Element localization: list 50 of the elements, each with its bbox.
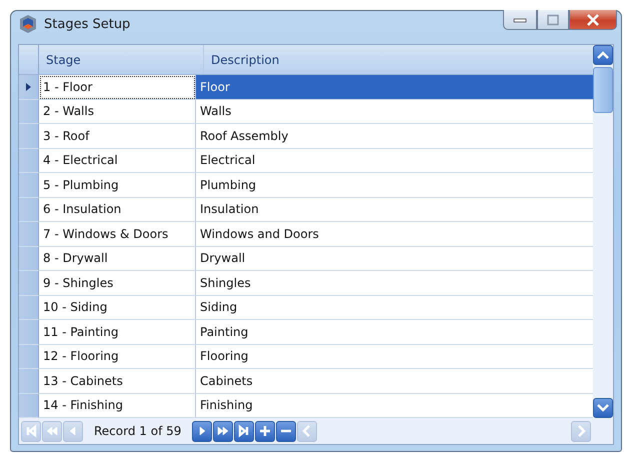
navigator-button[interactable] <box>255 420 276 442</box>
table-cell[interactable]: 4 - Electrical <box>39 148 196 173</box>
table-cell[interactable]: 12 - Flooring <box>39 344 196 369</box>
table-cell[interactable]: 2 - Walls <box>39 100 196 124</box>
navigator-button[interactable] <box>276 420 296 442</box>
row-header[interactable] <box>19 75 39 100</box>
table-cell[interactable]: Siding <box>196 296 593 320</box>
maximize-icon <box>546 14 560 26</box>
table-cell[interactable]: Plumbing <box>196 173 593 198</box>
column-header[interactable]: Stage <box>39 45 204 74</box>
chevron-up-icon <box>597 51 609 59</box>
record-counter: Record 1 of 59 <box>93 424 182 438</box>
scroll-thumb[interactable] <box>593 67 613 113</box>
table-cell[interactable]: Painting <box>196 320 593 344</box>
table-cell[interactable]: Flooring <box>196 344 593 369</box>
navigator-button[interactable] <box>213 420 234 442</box>
minimize-button[interactable] <box>503 10 537 30</box>
close-icon <box>586 14 600 26</box>
table-cell[interactable]: 6 - Insulation <box>39 198 196 222</box>
table-cell[interactable]: 13 - Cabinets <box>39 369 196 394</box>
table-cell[interactable]: 9 - Shingles <box>39 271 196 296</box>
table-cell[interactable]: Insulation <box>196 198 593 222</box>
table-cell[interactable]: Cabinets <box>196 369 593 394</box>
navigator-button[interactable] <box>234 420 254 442</box>
table-cell[interactable]: 3 - Roof <box>39 124 196 148</box>
table-cell[interactable]: 8 - Drywall <box>39 246 196 271</box>
table-cell[interactable]: Floor <box>196 75 593 100</box>
table-cell[interactable]: 5 - Plumbing <box>39 173 196 198</box>
close-button[interactable] <box>569 10 617 30</box>
table-cell[interactable]: 1 - Floor <box>39 75 196 100</box>
scroll-up-button[interactable] <box>593 45 613 65</box>
table-cell[interactable]: Drywall <box>196 246 593 271</box>
table-cell[interactable]: Shingles <box>196 271 593 296</box>
table-cell[interactable]: Electrical <box>196 148 593 173</box>
table-cell[interactable]: 7 - Windows & Doors <box>39 222 196 246</box>
chevron-down-icon <box>597 404 609 412</box>
cube-icon <box>18 14 38 34</box>
table-cell[interactable]: Windows and Doors <box>196 222 593 246</box>
maximize-button[interactable] <box>537 10 569 30</box>
table-cell[interactable]: Walls <box>196 100 593 124</box>
scrollbar[interactable] <box>593 45 613 418</box>
window-title: Stages Setup <box>44 16 130 32</box>
column-header[interactable]: Description <box>204 45 593 74</box>
table-cell[interactable]: 11 - Painting <box>39 320 196 344</box>
navigator-button[interactable] <box>192 420 212 442</box>
table-cell[interactable]: 10 - Siding <box>39 296 196 320</box>
current-row-icon <box>26 82 31 91</box>
scroll-down-button[interactable] <box>593 398 613 418</box>
table-cell[interactable]: Roof Assembly <box>196 124 593 148</box>
minimize-icon <box>513 16 527 24</box>
